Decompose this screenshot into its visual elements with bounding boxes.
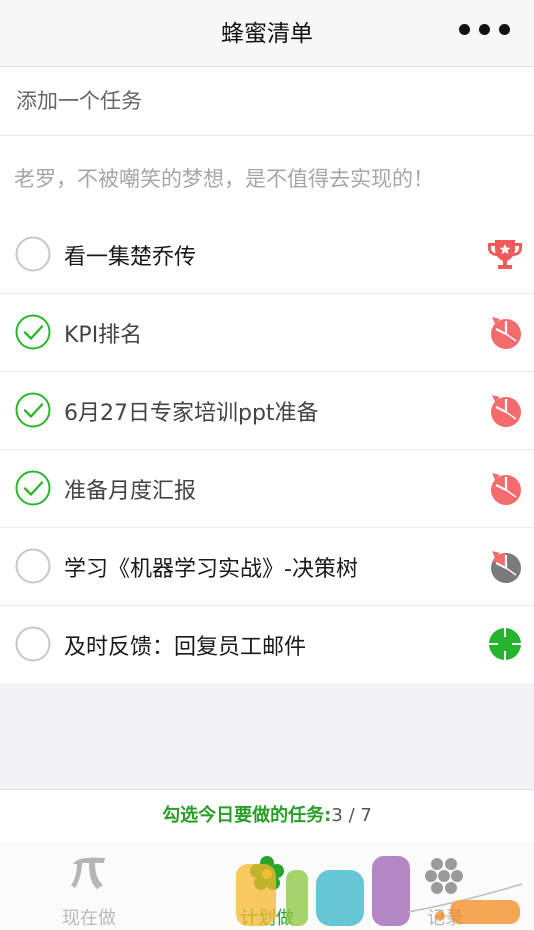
nav-bar: 蜂蜜清单 (0, 0, 534, 67)
more-dots-icon[interactable] (459, 24, 510, 35)
hexagon-cluster-icon (425, 858, 463, 894)
task-list: 看一集楚乔传 KPI排名 6月27日专家培训ppt准备 准备月度汇报 学习《机器… (0, 216, 534, 683)
more-dot (479, 24, 490, 35)
list-item[interactable]: 及时反馈：回复员工邮件 (0, 606, 534, 683)
clock-alarm-icon (491, 395, 521, 427)
clock-alarm-gray-icon (491, 551, 521, 583)
tab-label: 现在做 (62, 908, 116, 929)
tab-now[interactable]: 现在做 (0, 842, 178, 930)
list-item[interactable]: 准备月度汇报 (0, 450, 534, 528)
tab-plan[interactable]: 计划做 (178, 842, 356, 930)
task-label: KPI排名 (64, 323, 143, 348)
tab-label: 记录 (427, 908, 463, 929)
add-task-row (0, 67, 534, 136)
trophy-icon (488, 240, 522, 269)
footer-count: 3 / 7 (331, 805, 372, 826)
pi-icon (71, 857, 105, 889)
list-item[interactable]: 看一集楚乔传 (0, 216, 534, 294)
clock-alarm-icon (491, 317, 521, 349)
list-item[interactable]: KPI排名 (0, 294, 534, 372)
task-label: 准备月度汇报 (64, 479, 197, 504)
checked-circle-icon[interactable] (15, 314, 51, 350)
task-label: 学习《机器学习实战》-决策树 (64, 557, 358, 582)
list-item[interactable]: 学习《机器学习实战》-决策树 (0, 528, 534, 606)
more-dot (499, 24, 510, 35)
target-icon (489, 628, 521, 660)
unchecked-circle-icon[interactable] (15, 548, 51, 584)
checked-circle-icon[interactable] (15, 470, 51, 506)
task-label: 及时反馈：回复员工邮件 (64, 635, 307, 660)
footer-prefix: 勾选今日要做的任务: (162, 805, 332, 826)
clock-alarm-icon (491, 473, 521, 505)
tab-record[interactable]: 记录 (356, 842, 534, 930)
task-label: 6月27日专家培训ppt准备 (64, 401, 319, 426)
page-title: 蜂蜜清单 (221, 21, 313, 47)
tab-label: 计划做 (240, 908, 294, 929)
flower-icon (250, 856, 284, 890)
list-item[interactable]: 6月27日专家培训ppt准备 (0, 372, 534, 450)
task-label: 看一集楚乔传 (64, 245, 197, 270)
motto-text: 老罗，不被嘲笑的梦想，是不值得去实现的！ (14, 167, 434, 191)
add-task-input[interactable] (14, 85, 518, 117)
unchecked-circle-icon[interactable] (15, 626, 51, 662)
checked-circle-icon[interactable] (15, 392, 51, 428)
more-dot (459, 24, 470, 35)
selected-count-bar: 勾选今日要做的任务:3 / 7 (0, 789, 534, 843)
unchecked-circle-icon[interactable] (15, 236, 51, 272)
tab-bar: 现在做 计划做 记录 (0, 842, 534, 930)
motto-row: 老罗，不被嘲笑的梦想，是不值得去实现的！ (0, 136, 534, 216)
